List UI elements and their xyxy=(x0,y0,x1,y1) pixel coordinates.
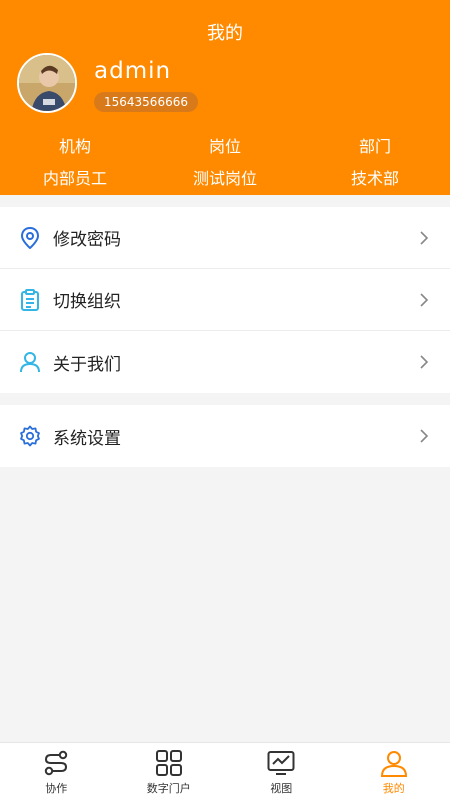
tab-view[interactable]: 视图 xyxy=(225,743,338,800)
clipboard-icon xyxy=(19,288,41,311)
settings-gear-icon xyxy=(19,425,41,447)
menu-item-label: 关于我们 xyxy=(53,354,121,375)
chevron-right-icon xyxy=(420,230,429,245)
info-organization: 机构 内部员工 xyxy=(0,133,150,189)
collaborate-icon xyxy=(45,750,68,776)
avatar-image-icon xyxy=(19,55,75,111)
chevron-right-icon xyxy=(420,355,429,369)
location-pin-icon xyxy=(19,226,41,249)
page-title: 我的 xyxy=(207,23,243,44)
menu-item-label: 修改密码 xyxy=(53,230,121,250)
info-department: 部门 技术部 xyxy=(300,133,450,189)
avatar[interactable] xyxy=(17,53,77,113)
info-position: 岗位 测试岗位 xyxy=(150,133,300,189)
menu-item-label: 系统设置 xyxy=(53,428,121,449)
chevron-right-icon xyxy=(420,292,429,307)
info-value: 内部员工 xyxy=(42,169,107,188)
user-icon xyxy=(380,751,407,777)
grid-icon xyxy=(155,750,182,776)
tab-label: 数字门户 xyxy=(146,782,191,795)
profile-header: 我的 admin 15643566666 机构 内部员工 岗位 测试岗位 部门 … xyxy=(0,0,450,195)
tab-mine[interactable]: 我的 xyxy=(338,743,450,800)
username: admin xyxy=(94,58,172,84)
info-value: 测试岗位 xyxy=(192,169,257,188)
tab-collaborate[interactable]: 协作 xyxy=(0,743,113,800)
chevron-right-icon xyxy=(420,429,429,443)
info-label: 岗位 xyxy=(208,137,241,156)
info-label: 机构 xyxy=(58,137,91,156)
profile-info-grid: 机构 内部员工 岗位 测试岗位 部门 技术部 xyxy=(0,133,450,189)
tab-label: 我的 xyxy=(382,782,405,795)
menu-item-system-settings[interactable]: 系统设置 xyxy=(0,405,450,467)
menu-group-account: 修改密码 切换组织 关于我们 xyxy=(0,207,450,393)
menu-item-about-us[interactable]: 关于我们 xyxy=(0,331,450,393)
bottom-tab-bar: 协作 数字门户 视图 我的 xyxy=(0,742,450,800)
tab-digital-portal[interactable]: 数字门户 xyxy=(113,743,226,800)
menu-item-switch-organization[interactable]: 切换组织 xyxy=(0,269,450,331)
menu-group-system: 系统设置 xyxy=(0,405,450,467)
tab-label: 协作 xyxy=(45,782,68,795)
phone-badge: 15643566666 xyxy=(94,92,198,112)
profile-block: admin 15643566666 xyxy=(17,53,198,113)
menu-item-label: 切换组织 xyxy=(53,292,121,312)
tab-label: 视图 xyxy=(270,782,293,795)
person-icon xyxy=(19,351,41,373)
info-label: 部门 xyxy=(358,137,391,156)
info-value: 技术部 xyxy=(350,169,399,188)
chart-monitor-icon xyxy=(267,751,295,775)
menu-item-change-password[interactable]: 修改密码 xyxy=(0,207,450,269)
